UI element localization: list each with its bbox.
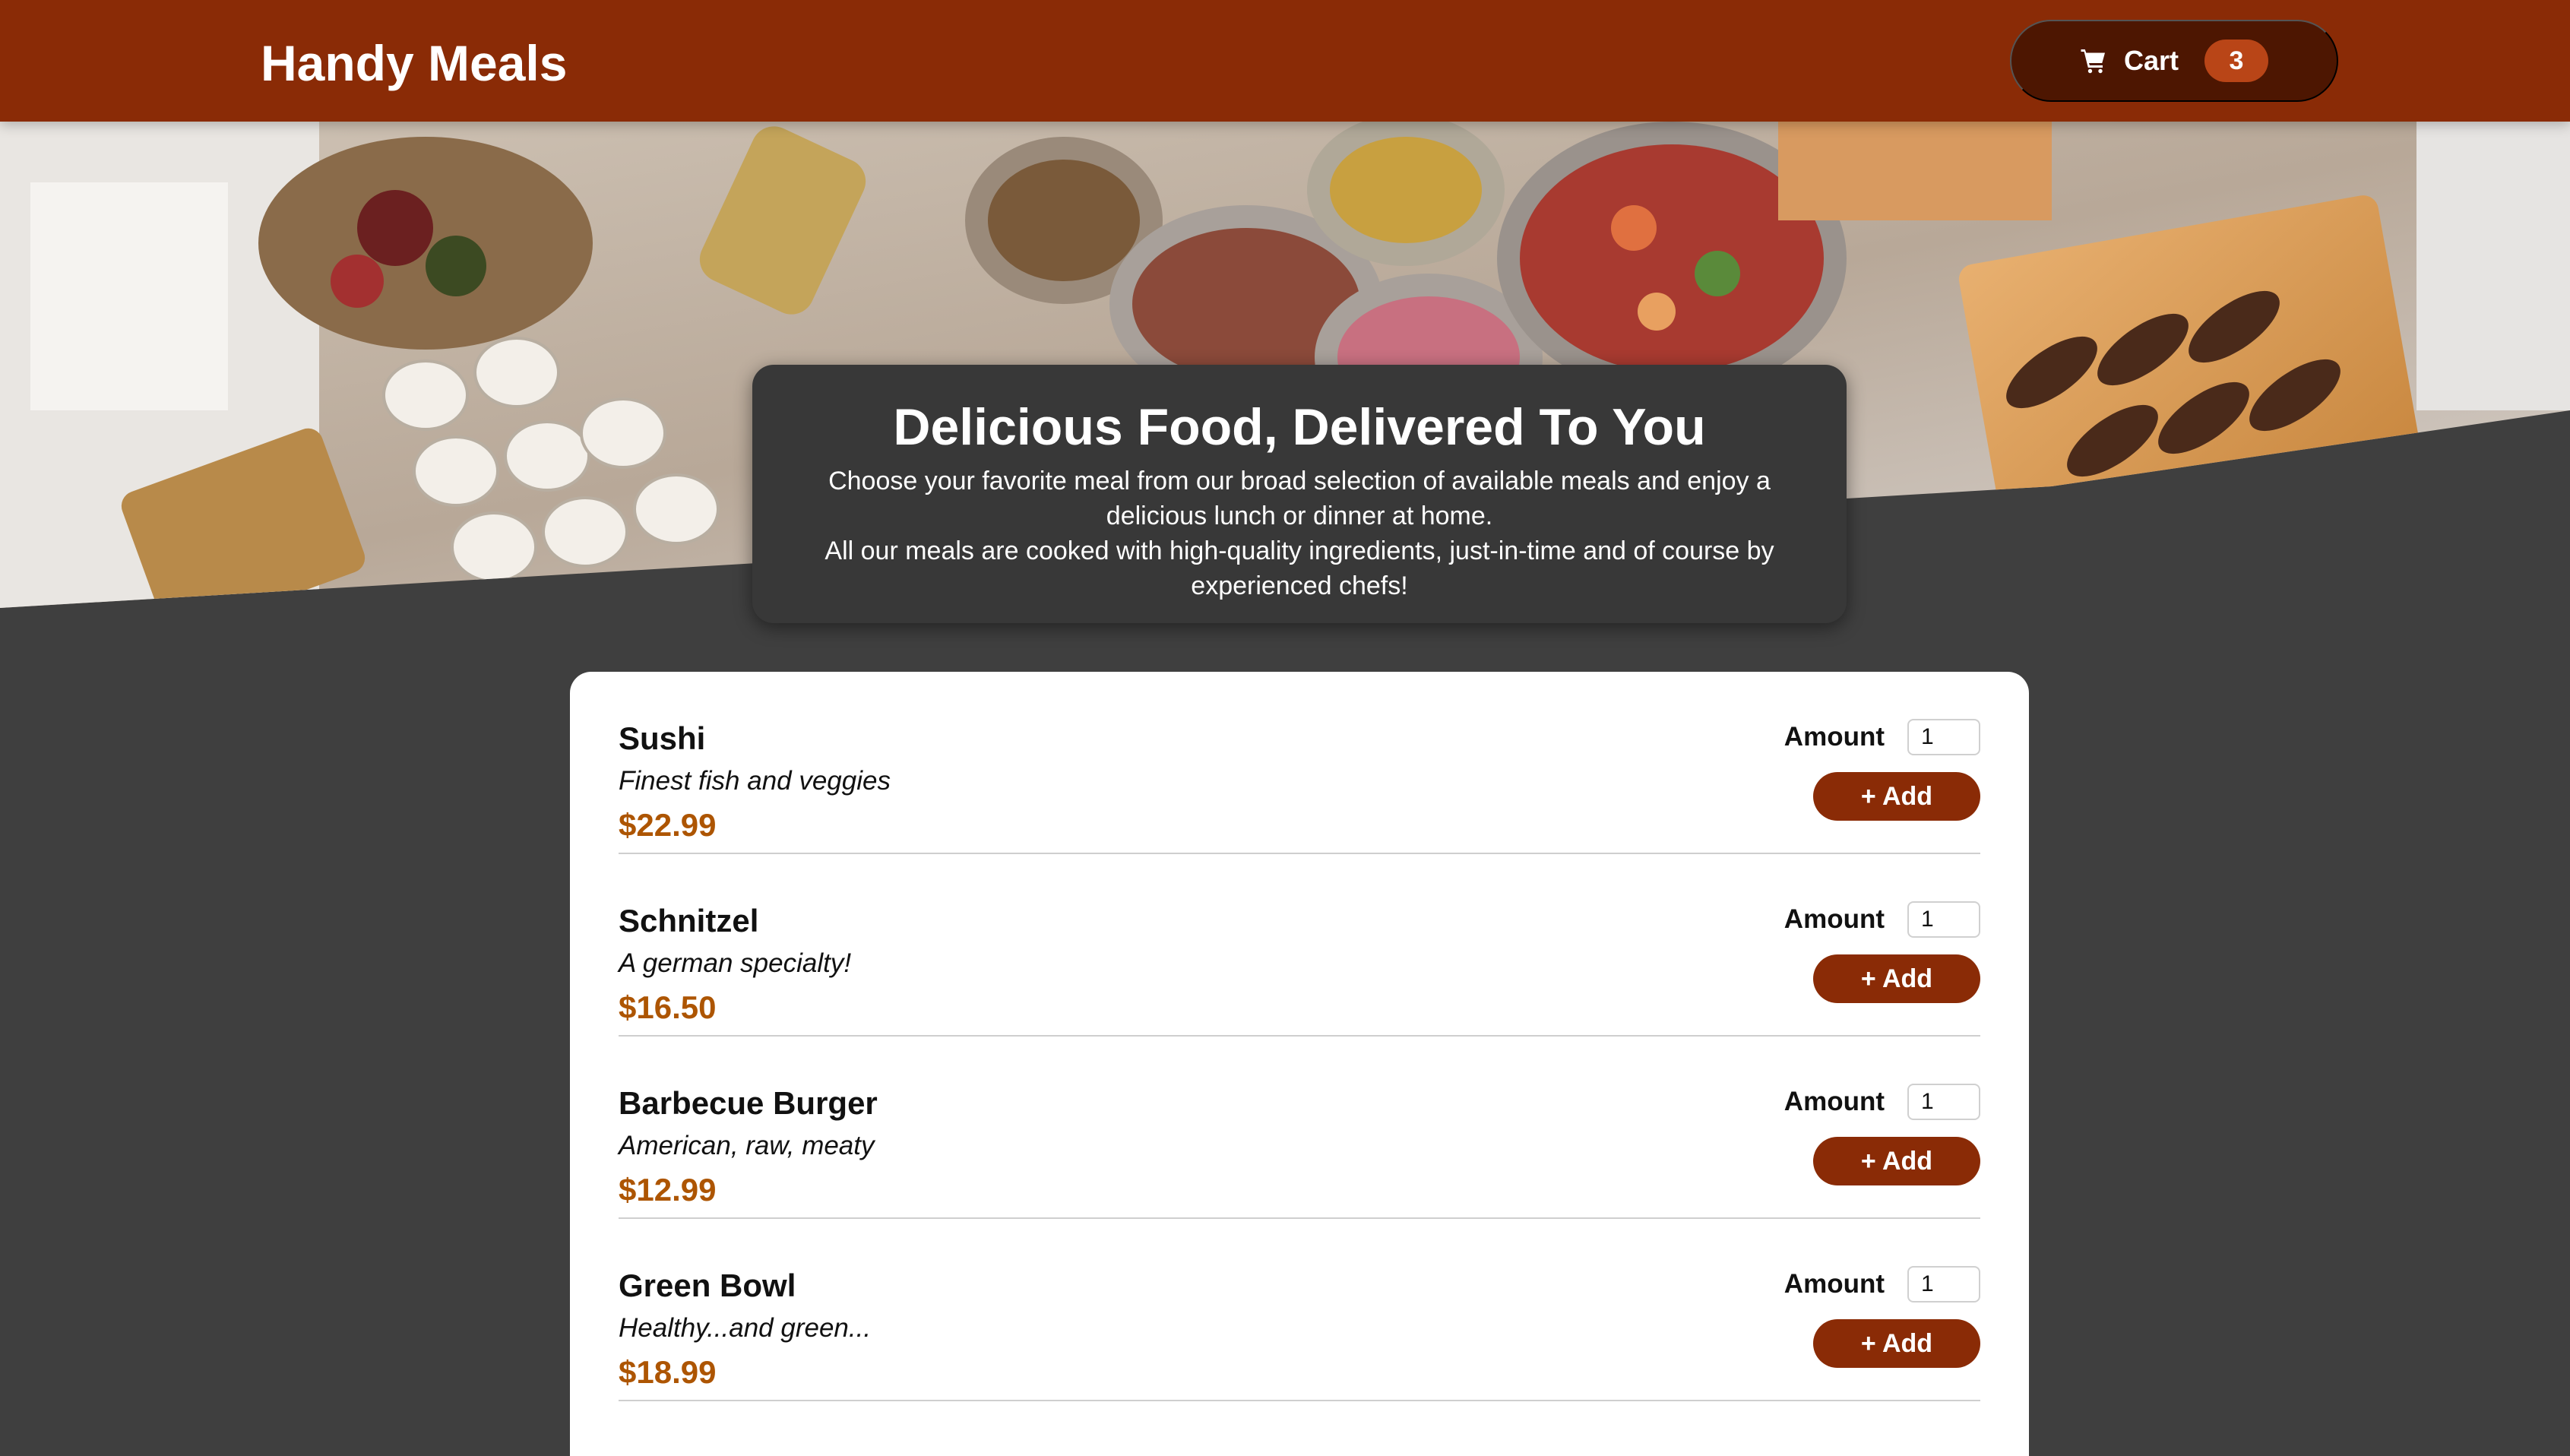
meal-price: $22.99 <box>619 807 717 843</box>
meal-item-green-bowl: Green Bowl Healthy...and green... $18.99… <box>619 1219 1980 1401</box>
cart-count-badge: 3 <box>2204 40 2269 82</box>
meal-name: Sushi <box>619 720 706 756</box>
meal-description: Healthy...and green... <box>619 1313 872 1343</box>
amount-input[interactable] <box>1907 1084 1980 1120</box>
add-button[interactable]: + Add <box>1813 954 1980 1003</box>
amount-label: Amount <box>1783 904 1885 934</box>
cart-button[interactable]: Cart 3 <box>2010 20 2338 102</box>
meal-description: American, raw, meaty <box>619 1131 875 1160</box>
shopping-cart-icon <box>2080 47 2107 74</box>
summary-title: Delicious Food, Delivered To You <box>893 398 1706 456</box>
brand-title: Handy Meals <box>261 35 568 91</box>
amount-label: Amount <box>1783 1269 1885 1299</box>
add-button[interactable]: + Add <box>1813 772 1980 821</box>
amount-input[interactable] <box>1907 901 1980 938</box>
amount-label: Amount <box>1783 1087 1885 1116</box>
amount-input[interactable] <box>1907 1266 1980 1302</box>
meal-item-sushi: Sushi Finest fish and veggies $22.99 Amo… <box>619 672 1980 854</box>
meal-price: $12.99 <box>619 1172 717 1208</box>
app-header: Handy Meals Cart 3 <box>0 0 2570 122</box>
meal-price: $16.50 <box>619 989 717 1025</box>
meal-item-barbecue-burger: Barbecue Burger American, raw, meaty $12… <box>619 1037 1980 1219</box>
add-button[interactable]: + Add <box>1813 1319 1980 1368</box>
meals-list: Sushi Finest fish and veggies $22.99 Amo… <box>570 672 2029 1456</box>
cart-label: Cart <box>2123 45 2179 76</box>
meal-description: Finest fish and veggies <box>619 766 891 796</box>
meal-name: Green Bowl <box>619 1268 796 1303</box>
meal-price: $18.99 <box>619 1354 717 1390</box>
meal-name: Barbecue Burger <box>619 1085 878 1121</box>
summary-text-2: All our meals are cooked with high-quali… <box>824 537 1774 600</box>
meal-name: Schnitzel <box>619 903 759 938</box>
amount-label: Amount <box>1783 722 1885 752</box>
summary-text-1: Choose your favorite meal from our broad… <box>828 467 1771 530</box>
meal-item-schnitzel: Schnitzel A german specialty! $16.50 Amo… <box>619 854 1980 1037</box>
meal-description: A german specialty! <box>619 948 852 978</box>
add-button[interactable]: + Add <box>1813 1137 1980 1185</box>
summary-card: Delicious Food, Delivered To You Choose … <box>752 365 1847 623</box>
amount-input[interactable] <box>1907 719 1980 755</box>
page: Handy Meals Cart 3 Delicious Food, Deliv… <box>0 0 2570 1456</box>
